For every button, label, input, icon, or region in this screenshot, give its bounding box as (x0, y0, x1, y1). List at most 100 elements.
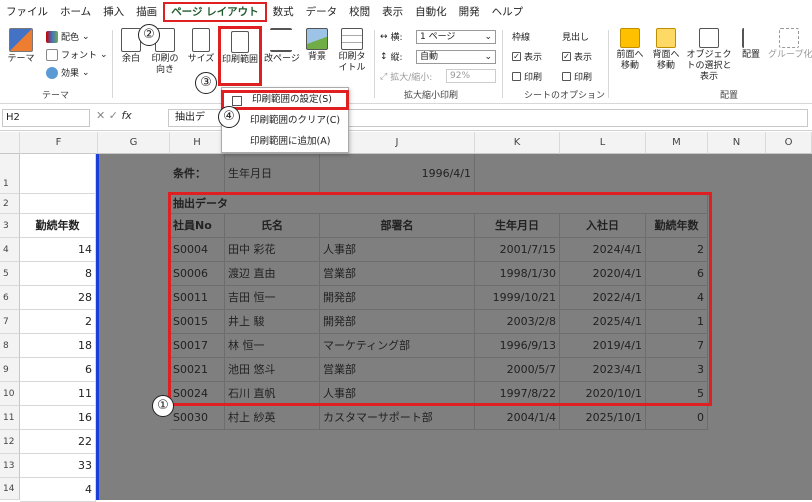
table-cell[interactable]: カスタマーサポート部 (320, 406, 475, 430)
gridlines-view-checkbox[interactable]: ✓ 表示 (512, 50, 542, 63)
row-header[interactable]: 9 (0, 358, 20, 382)
cancel-icon[interactable]: ✕ (96, 109, 105, 122)
background-button[interactable]: 背景 (302, 28, 332, 63)
background-label: 背景 (307, 52, 326, 62)
table-cell[interactable]: 村上 紗英 (225, 406, 320, 430)
headings-view-checkbox[interactable]: ✓ 表示 (562, 50, 592, 63)
cell[interactable]: 14 (20, 238, 96, 262)
row-header[interactable]: 1 (0, 154, 20, 194)
menu-view[interactable]: 表示 (376, 0, 409, 24)
row-header[interactable]: 12 (0, 430, 20, 454)
select-all-corner[interactable] (0, 132, 20, 154)
row-header[interactable]: 5 (0, 262, 20, 286)
column-header-g[interactable]: G (98, 132, 170, 154)
menu-file[interactable]: ファイル (0, 0, 54, 24)
chevron-down-icon: ⌄ (100, 49, 108, 60)
height-value: 自動 (420, 52, 439, 62)
clear-print-area-item[interactable]: 印刷範囲のクリア(C) (222, 111, 348, 131)
breaks-button[interactable]: 改ページ (264, 28, 300, 65)
table-cell[interactable]: 2004/1/4 (475, 406, 560, 430)
column-header-l[interactable]: L (560, 132, 646, 154)
row-header[interactable]: 11 (0, 406, 20, 430)
condition-value-cell[interactable]: 1996/4/1 (320, 154, 475, 194)
width-icon: ↔ (380, 31, 388, 42)
column-header-h[interactable]: H (170, 132, 225, 154)
gridlines-print-checkbox[interactable]: 印刷 (512, 70, 542, 83)
set-print-area-item[interactable]: 印刷範囲の設定(S) (221, 90, 349, 110)
menu-help[interactable]: ヘルプ (486, 0, 530, 24)
send-backward-button[interactable]: 背面へ移動 (648, 28, 684, 72)
column-header-f[interactable]: F (20, 132, 98, 154)
cell[interactable]: 2 (20, 310, 96, 334)
cell[interactable]: 16 (20, 406, 96, 430)
menu-data[interactable]: データ (300, 0, 344, 24)
colors-button[interactable]: 配色 ⌄ (46, 30, 90, 43)
menu-insert[interactable]: 挿入 (97, 0, 130, 24)
themes-label: テーマ (7, 54, 35, 64)
cell[interactable]: 28 (20, 286, 96, 310)
align-button[interactable]: 配置 (736, 28, 766, 61)
arrange-group-label: 配置 (720, 91, 739, 101)
print-area-icon (232, 96, 242, 106)
formula-controls: ✕ ✓ fx (96, 109, 132, 122)
cell[interactable]: 18 (20, 334, 96, 358)
themes-button[interactable]: テーマ (6, 28, 36, 65)
enter-icon[interactable]: ✓ (109, 109, 118, 122)
menu-page-layout[interactable]: ページ レイアウト (163, 2, 267, 22)
menu-developer[interactable]: 開発 (453, 0, 486, 24)
cell[interactable] (20, 154, 96, 194)
width-select[interactable]: 1 ページ ⌄ (416, 30, 496, 44)
step-badge-1: ① (152, 395, 174, 417)
menu-home[interactable]: ホーム (54, 0, 97, 24)
effects-label: 効果 (61, 69, 80, 79)
row-header[interactable]: 14 (0, 478, 20, 500)
table-cell[interactable]: S0030 (170, 406, 225, 430)
headings-print-checkbox[interactable]: 印刷 (562, 70, 592, 83)
column-header-o[interactable]: O (766, 132, 812, 154)
cell[interactable] (20, 194, 96, 214)
menu-bar: ファイル ホーム 挿入 描画 ページ レイアウト 数式 データ 校閲 表示 自動… (0, 0, 812, 24)
name-box[interactable]: H2 (2, 109, 90, 127)
menu-review[interactable]: 校閲 (343, 0, 376, 24)
size-button[interactable]: サイズ (186, 28, 216, 65)
group-button[interactable]: グループ化 (768, 28, 812, 61)
fx-icon[interactable]: fx (121, 109, 131, 122)
menu-draw[interactable]: 描画 (130, 0, 163, 24)
selection-pane-icon (699, 28, 719, 48)
scale-input[interactable]: 92% (446, 69, 496, 83)
effects-button[interactable]: 効果 ⌄ (46, 66, 90, 79)
cell[interactable]: 33 (20, 454, 96, 478)
condition-label-cell[interactable]: 条件： (170, 154, 225, 194)
cell[interactable]: 22 (20, 430, 96, 454)
cell[interactable]: 11 (20, 382, 96, 406)
cell[interactable]: 8 (20, 262, 96, 286)
menu-automate[interactable]: 自動化 (409, 0, 453, 24)
print-titles-button[interactable]: 印刷タイトル (336, 28, 368, 74)
row-header[interactable]: 10 (0, 382, 20, 406)
row-header[interactable]: 4 (0, 238, 20, 262)
column-header-m[interactable]: M (646, 132, 708, 154)
height-select[interactable]: 自動 ⌄ (416, 50, 496, 64)
column-header-k[interactable]: K (475, 132, 560, 154)
table-cell[interactable]: 2025/10/1 (560, 406, 646, 430)
row-header[interactable]: 8 (0, 334, 20, 358)
bring-forward-label: 前面へ移動 (616, 50, 644, 71)
cell[interactable]: 6 (20, 358, 96, 382)
condition-field-cell[interactable]: 生年月日 (225, 154, 320, 194)
fit-group-label: 拡大縮小印刷 (404, 91, 459, 101)
cell[interactable]: 4 (20, 478, 96, 502)
selection-pane-button[interactable]: オブジェクトの選択と表示 (684, 28, 734, 83)
add-to-print-area-item[interactable]: 印刷範囲に追加(A) (222, 132, 348, 152)
print-area-button[interactable]: 印刷範囲 (218, 26, 262, 86)
table-cell[interactable]: 0 (646, 406, 708, 430)
row-header[interactable]: 3 (0, 214, 20, 238)
f-column-header-cell[interactable]: 勤続年数 (20, 214, 96, 238)
fonts-button[interactable]: フォント ⌄ (46, 48, 108, 61)
menu-formulas[interactable]: 数式 (267, 0, 300, 24)
row-header[interactable]: 2 (0, 194, 20, 214)
column-header-n[interactable]: N (708, 132, 766, 154)
row-header[interactable]: 13 (0, 454, 20, 478)
row-header[interactable]: 6 (0, 286, 20, 310)
row-header[interactable]: 7 (0, 310, 20, 334)
bring-forward-button[interactable]: 前面へ移動 (612, 28, 648, 72)
